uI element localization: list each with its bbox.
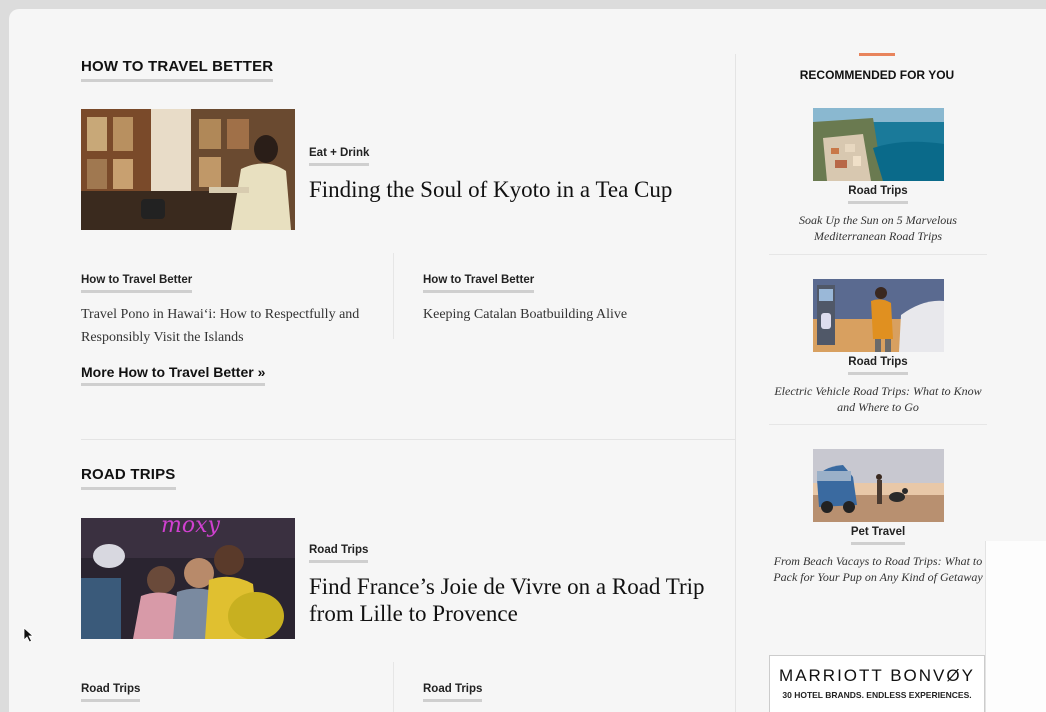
article-card-road-trips-2[interactable]: Road Trips bbox=[423, 679, 723, 702]
article-card-hawaii[interactable]: How to Travel Better Travel Pono in Hawa… bbox=[81, 270, 381, 349]
card-tag[interactable]: Road Trips bbox=[81, 683, 141, 702]
card-title[interactable]: Travel Pono in Hawai‘i: How to Respectfu… bbox=[81, 303, 381, 349]
recommended-tag[interactable]: Road Trips bbox=[848, 185, 908, 204]
card-divider bbox=[393, 253, 394, 339]
recommended-headline[interactable]: Electric Vehicle Road Trips: What to Kno… bbox=[769, 383, 987, 415]
column-divider bbox=[735, 54, 736, 712]
recommended-headline[interactable]: Soak Up the Sun on 5 Marvelous Mediterra… bbox=[769, 212, 987, 244]
page: HOW TO TRAVEL BETTER Eat + Drink Finding… bbox=[9, 9, 1046, 712]
marriott-bonvoy-ad[interactable]: MARRIOTT BONVØY 30 HOTEL BRANDS. ENDLESS… bbox=[769, 655, 985, 712]
ad-brand-logo: MARRIOTT BONVØY bbox=[779, 666, 975, 685]
recommended-tag[interactable]: Road Trips bbox=[848, 356, 908, 375]
article-card-catalan[interactable]: How to Travel Better Keeping Catalan Boa… bbox=[423, 270, 723, 326]
section-divider bbox=[81, 439, 735, 440]
feature-meta: Road Trips Find France’s Joie de Vivre o… bbox=[309, 540, 735, 627]
feature-article-france[interactable]: moxy Road Trips Find France’s Joie de Vi… bbox=[81, 518, 735, 639]
recommended-divider bbox=[769, 254, 987, 255]
recommended-divider bbox=[769, 424, 987, 425]
feature-tag-road-trips[interactable]: Road Trips bbox=[309, 544, 369, 563]
feature-tag-eat-drink[interactable]: Eat + Drink bbox=[309, 147, 370, 166]
feature-meta: Eat + Drink Finding the Soul of Kyoto in… bbox=[309, 143, 672, 203]
card-tag[interactable]: How to Travel Better bbox=[423, 274, 535, 293]
more-travel-better-link[interactable]: More How to Travel Better » bbox=[81, 364, 266, 386]
recommended-item-mediterranean[interactable]: Road Trips Soak Up the Sun on 5 Marvelou… bbox=[769, 108, 987, 244]
card-tag[interactable]: How to Travel Better bbox=[81, 274, 193, 293]
recommended-tag[interactable]: Pet Travel bbox=[850, 526, 906, 545]
recommended-title: RECOMMENDED FOR YOU bbox=[799, 68, 955, 82]
article-card-road-trips-1[interactable]: Road Trips bbox=[81, 679, 381, 702]
ev-charging-image[interactable] bbox=[812, 279, 944, 352]
feature-headline-france[interactable]: Find France’s Joie de Vivre on a Road Tr… bbox=[309, 573, 735, 627]
france-road-trip-image[interactable]: moxy bbox=[81, 518, 295, 639]
card-divider bbox=[393, 662, 394, 712]
mediterranean-coast-image[interactable] bbox=[812, 108, 944, 181]
beach-car-dog-image[interactable] bbox=[812, 449, 944, 522]
recommended-headline[interactable]: From Beach Vacays to Road Trips: What to… bbox=[769, 553, 987, 585]
feature-article-kyoto[interactable]: Eat + Drink Finding the Soul of Kyoto in… bbox=[81, 109, 735, 230]
feature-headline-kyoto[interactable]: Finding the Soul of Kyoto in a Tea Cup bbox=[309, 176, 672, 203]
side-panel bbox=[985, 541, 1046, 712]
card-tag[interactable]: Road Trips bbox=[423, 683, 483, 702]
kyoto-tea-image[interactable] bbox=[81, 109, 295, 230]
mouse-cursor-icon bbox=[23, 627, 35, 643]
ad-tagline: 30 HOTEL BRANDS. ENDLESS EXPERIENCES. bbox=[782, 690, 972, 700]
recommended-item-ev[interactable]: Road Trips Electric Vehicle Road Trips: … bbox=[769, 279, 987, 415]
section-title-road-trips[interactable]: ROAD TRIPS bbox=[81, 466, 176, 490]
moxy-sign-text: moxy bbox=[161, 518, 221, 538]
accent-bar bbox=[859, 53, 895, 56]
recommended-item-pet-travel[interactable]: Pet Travel From Beach Vacays to Road Tri… bbox=[769, 449, 987, 585]
card-title[interactable]: Keeping Catalan Boatbuilding Alive bbox=[423, 303, 723, 326]
section-title-travel-better[interactable]: HOW TO TRAVEL BETTER bbox=[81, 58, 274, 82]
